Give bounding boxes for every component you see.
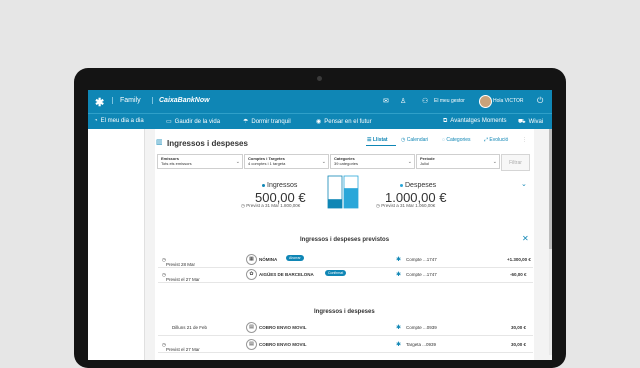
picture-icon: ▭ (166, 119, 172, 125)
nav-item-moments[interactable]: ⧉ Avantatges Moments (443, 118, 507, 125)
filter-emissors[interactable]: Emissors Tots els emissors ⌄ (157, 154, 243, 169)
top-bar: ✱ Family CaixaBankNow ✉ ♙ ⚇ El meu gesto… (88, 90, 552, 113)
row-amount: +1.300,00 € (507, 257, 531, 262)
mail-icon[interactable]: ✉ (383, 97, 389, 105)
wallet-icon: ▦ (246, 254, 257, 265)
list-item[interactable]: ◷ Previst el 27 Mar ▤ COBRO ENVIO MOVIL … (158, 337, 533, 353)
row-date: ◷ Previst 28 Mar (162, 257, 195, 267)
scrollbar[interactable] (549, 129, 552, 355)
tab-llistat[interactable]: ☰ Llistat (367, 137, 388, 143)
forecast-section-title: Ingressos i despeses previstos (300, 237, 390, 243)
chevron-down-icon: ⌄ (407, 159, 412, 165)
gestor-icon[interactable]: ⚇ (422, 97, 428, 105)
piggy-icon: ◉ (316, 119, 322, 125)
close-icon[interactable]: ✕ (522, 234, 529, 243)
bar-chart-icon: ▥ (156, 139, 163, 146)
filter-comptes[interactable]: Comptes i Targetes 4 comptes i 1 targeta… (244, 154, 329, 169)
bank-icon: ✱ (396, 342, 402, 348)
income-label: Ingressos (262, 182, 297, 189)
movements-section-title: Ingressos i despeses (314, 309, 375, 315)
bank-icon: ✱ (396, 325, 402, 331)
list-item[interactable]: Dilluns 21 de Feb ▤ COBRO ENVIO MOVIL ✱ … (158, 320, 533, 336)
nav-item-dormir[interactable]: ☂ Dormir tranquil (243, 118, 291, 125)
water-icon: ✿ (246, 269, 257, 280)
chevron-down-icon: ⌄ (235, 159, 240, 165)
nav-item-gaudir[interactable]: ▭ Gaudir de la vida (166, 118, 220, 125)
filter-categories[interactable]: Categories 39 categories ⌄ (330, 154, 415, 169)
moments-icon: ⧉ (443, 118, 448, 124)
row-amount: -60,00 € (510, 272, 527, 277)
expenses-forecast: ◷ Previst a 31 Mar 1.060,00€ (376, 203, 436, 208)
row-amount: 30,00 € (511, 342, 527, 347)
row-date: ◷ Previst el 27 Mar (162, 272, 200, 282)
collapse-icon[interactable]: ⌄ (521, 180, 527, 188)
scrollbar-thumb[interactable] (549, 129, 552, 249)
filter-button[interactable]: Filtrar (501, 154, 530, 171)
nav-item-futur[interactable]: ◉ Pensar en el futur (316, 118, 372, 125)
bank-icon: ✱ (396, 272, 402, 278)
row-account: Compte ...1747 (406, 272, 437, 277)
status-badge: Confirmat (325, 270, 347, 276)
expense-bar (344, 188, 358, 208)
webcam (317, 76, 322, 81)
income-bar (328, 199, 342, 208)
expenses-label: Despeses (400, 182, 436, 189)
page-title: Ingressos i despeses (167, 139, 248, 148)
umbrella-icon: ☂ (243, 119, 249, 125)
income-dot (262, 183, 265, 187)
bank-icon: ✱ (396, 257, 402, 263)
filter-periode[interactable]: Període Juliol ⌄ (416, 154, 500, 169)
gestor-link[interactable]: El meu gestor (434, 98, 465, 104)
phone-icon: ▤ (246, 339, 257, 350)
brand-name: CaixaBankNow (152, 97, 210, 104)
left-margin (88, 129, 145, 360)
list-item[interactable]: ◷ Previst 28 Mar ▦ NÓMINA Ahorrar ✱ Comp… (158, 252, 533, 268)
row-name: NÓMINA (259, 257, 278, 262)
tab-categories[interactable]: ◌ Categories (442, 137, 471, 143)
row-date: Dilluns 21 de Feb (172, 325, 208, 330)
tab-evolucio[interactable]: ⤢ Evolució (484, 137, 508, 143)
list-item[interactable]: ◷ Previst el 27 Mar ✿ AIGÜES DE BARCELON… (158, 267, 533, 283)
chevron-down-icon: ⌄ (321, 159, 326, 165)
profile-icon[interactable]: ♙ (400, 97, 406, 105)
more-options-icon[interactable]: ⋮ (522, 137, 527, 143)
chevron-down-icon: ⌄ (492, 159, 497, 165)
summary-bar-chart (327, 175, 359, 209)
family-label: Family (112, 97, 141, 104)
active-tab-indicator (366, 145, 396, 146)
avatar[interactable] (479, 95, 492, 108)
nav-item-wivai[interactable]: ⛟ Wivai (518, 118, 543, 126)
row-name: COBRO ENVIO MOVIL (259, 342, 307, 347)
logout-icon[interactable]: ⏻ (537, 96, 543, 106)
user-greeting[interactable]: Hola VICTOR (493, 98, 523, 104)
row-account: Compte ...1747 (406, 257, 437, 262)
row-account: Targeta ...0939 (406, 342, 437, 347)
status-badge: Ahorrar (286, 255, 304, 261)
row-amount: 30,00 € (511, 325, 527, 330)
row-account: Compte ...0939 (406, 325, 437, 330)
expenses-dot (400, 183, 403, 187)
tab-calendari[interactable]: ◷ Calendari (401, 137, 428, 143)
coffee-icon: ◔ (94, 118, 98, 124)
row-date: ◷ Previst el 27 Mar (162, 342, 200, 352)
nav-bar: ◔ El meu dia a dia ▭ Gaudir de la vida ☂ Do… (88, 113, 552, 130)
caixabank-logo[interactable]: ✱ (95, 96, 104, 109)
row-name: AIGÜES DE BARCELONA (259, 272, 314, 277)
cart-icon: ⛟ (518, 119, 526, 125)
row-name: COBRO ENVIO MOVIL (259, 325, 307, 330)
phone-icon: ▤ (246, 322, 257, 333)
nav-item-dia-a-dia[interactable]: ◔ El meu dia a dia (94, 118, 144, 124)
income-forecast: ◷ Previst a 31 Mar 1.800,00€ (241, 203, 301, 208)
